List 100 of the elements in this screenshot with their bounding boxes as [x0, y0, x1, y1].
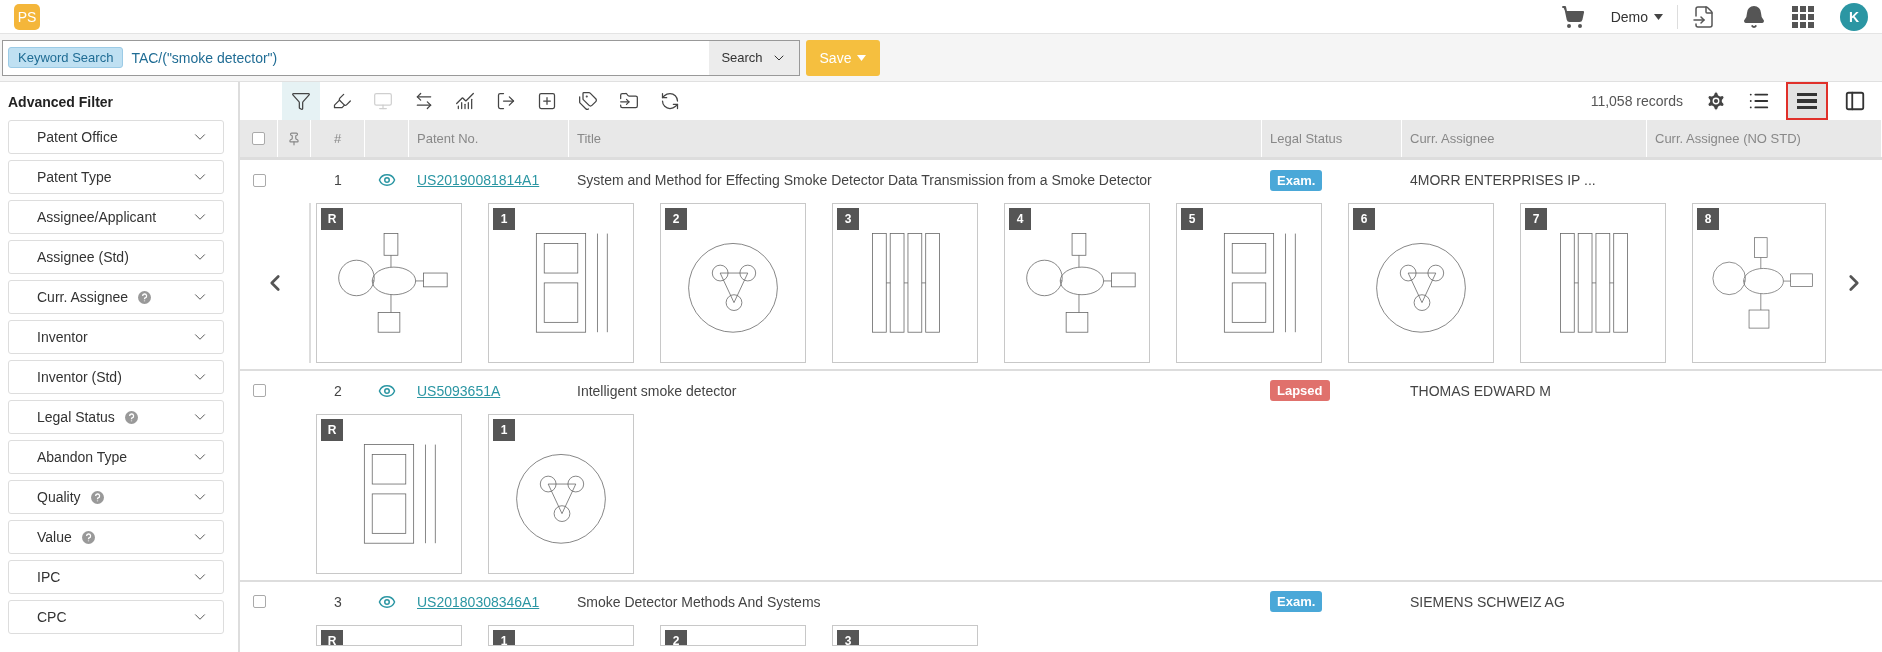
row-number: 3 [334, 593, 342, 610]
figure-number: 3 [837, 208, 859, 230]
patent-title: Smoke Detector Methods And Systems [576, 593, 822, 610]
figure-thumbnail[interactable]: 4 [1004, 203, 1150, 363]
filter-label: Curr. Assignee [37, 289, 129, 305]
figure-thumbnail[interactable]: 6 [1348, 203, 1494, 363]
column-header: Title [577, 131, 602, 146]
filter-label: Inventor [37, 329, 88, 345]
figure-number: 1 [493, 418, 515, 441]
patent-number-link[interactable]: US20180308346A1 [409, 593, 569, 610]
filter-dropdown[interactable]: Patent Type [8, 160, 224, 194]
filter-label: Assignee (Std) [37, 249, 129, 265]
account-menu[interactable]: Demo [1610, 4, 1678, 29]
legal-status-badge: Lapsed [1270, 380, 1330, 402]
legal-status-badge: Exam. [1270, 591, 1323, 613]
figure-thumbnail[interactable]: 3 [832, 203, 978, 363]
gear-icon [1705, 90, 1727, 112]
figure-thumbnail[interactable]: 2 [660, 203, 806, 363]
figure-thumbnail[interactable]: 8 [1692, 203, 1826, 363]
document-import-button[interactable] [1692, 4, 1716, 29]
figure-number: 2 [665, 208, 687, 230]
search-field[interactable]: Keyword Search TAC/("smoke detector") Search [2, 39, 800, 76]
filter-dropdown[interactable]: Value [8, 520, 224, 554]
filter-dropdown[interactable]: CPC [8, 600, 224, 634]
filter-dropdown[interactable]: Curr. Assignee [8, 280, 224, 314]
filter-label: Patent Type [37, 169, 112, 185]
filter-dropdown[interactable]: Patent Office [8, 120, 224, 154]
figure-number: 6 [1353, 208, 1375, 230]
figure-number: R [321, 208, 343, 230]
figure-thumbnail[interactable]: R [316, 624, 462, 646]
figure-thumbnail[interactable]: 5 [1176, 203, 1322, 363]
figure-thumbnail[interactable]: R [316, 413, 462, 574]
row-checkbox[interactable] [252, 173, 266, 187]
help-icon[interactable] [90, 490, 104, 504]
column-header: Legal Status [1270, 131, 1343, 146]
filter-label: Legal Status [37, 409, 115, 425]
figure-thumbnail[interactable]: 1 [488, 413, 634, 574]
preview-eye-icon[interactable] [378, 171, 396, 189]
filter-dropdown[interactable]: Legal Status [8, 400, 224, 434]
filter-dropdown[interactable]: Abandon Type [8, 440, 224, 474]
filter-dropdown[interactable]: Inventor (Std) [8, 360, 224, 394]
patent-number-link[interactable]: US20190081814A1 [409, 172, 569, 188]
filter-dropdown[interactable]: Assignee/Applicant [8, 200, 224, 234]
figure-thumbnail[interactable]: R [316, 203, 462, 363]
filter-label: Quality [37, 489, 81, 505]
select-all-checkbox[interactable] [252, 132, 265, 145]
figure-thumbnail[interactable]: 2 [660, 624, 806, 646]
pin-icon[interactable] [287, 131, 301, 146]
row-checkbox[interactable] [252, 595, 266, 609]
help-icon[interactable] [138, 290, 152, 304]
rows-view-icon [1796, 92, 1818, 110]
figure-number: 5 [1181, 208, 1203, 230]
user-avatar[interactable]: K [1840, 2, 1868, 31]
filter-dropdown[interactable]: IPC [8, 560, 224, 594]
apps-grid-button[interactable] [1792, 5, 1814, 28]
figure-number: R [321, 418, 343, 441]
filter-label: Value [37, 529, 72, 545]
assignee-text: SIEMENS SCHWEIZ AG [1409, 593, 1566, 610]
filter-dropdown[interactable]: Inventor [8, 320, 224, 354]
filter-label: Patent Office [37, 129, 118, 145]
help-icon[interactable] [124, 410, 138, 424]
filter-label: Assignee/Applicant [37, 209, 157, 225]
sidebar-title: Advanced Filter [8, 94, 115, 110]
row-checkbox[interactable] [252, 384, 266, 398]
legal-status-badge: Exam. [1270, 169, 1323, 191]
figure-number: 3 [837, 629, 859, 645]
filter-label: Abandon Type [37, 449, 128, 465]
help-icon[interactable] [81, 530, 95, 544]
caret-icon [1654, 13, 1663, 20]
filter-dropdown[interactable]: Quality [8, 480, 224, 514]
figure-number: 4 [1009, 208, 1031, 230]
figure-number: 2 [665, 629, 687, 645]
filter-tool-button[interactable] [282, 82, 320, 120]
notifications-button[interactable] [1742, 4, 1766, 29]
assignee-text: THOMAS EDWARD M [1409, 382, 1553, 399]
figure-number: 1 [493, 629, 515, 645]
figure-number: R [321, 629, 343, 645]
assignee-text: 4MORR ENTERPRISES IP ... [1409, 172, 1597, 188]
column-header: Patent No. [417, 131, 479, 146]
caret-icon [857, 54, 867, 61]
split-view-icon [1844, 90, 1866, 112]
filter-label: IPC [37, 569, 61, 585]
figure-number: 8 [1697, 208, 1719, 230]
patent-number-link[interactable]: US5093651A [409, 382, 569, 399]
figure-number: 7 [1525, 208, 1547, 230]
figure-thumbnail[interactable]: 7 [1520, 203, 1666, 363]
search-button[interactable]: Search [709, 40, 799, 75]
records-count: 11,058 records [1590, 93, 1683, 109]
filter-label: CPC [37, 609, 67, 625]
patent-title: Intelligent smoke detector [576, 382, 738, 399]
patent-title: System and Method for Effecting Smoke Detector Data Transmission from a Smoke Detector [576, 172, 1153, 188]
filter-dropdown[interactable]: Assignee (Std) [8, 240, 224, 274]
search-type-tag: Keyword Search [8, 47, 124, 68]
filter-label: Inventor (Std) [37, 369, 122, 385]
rows-view-button[interactable] [1786, 82, 1828, 120]
figure-thumbnail[interactable]: 1 [488, 624, 634, 646]
figure-thumbnail[interactable]: 3 [832, 624, 978, 646]
figure-thumbnail[interactable]: 1 [488, 203, 634, 363]
cart-button[interactable] [1560, 4, 1585, 29]
column-header: Curr. Assignee (NO STD) [1655, 131, 1801, 146]
